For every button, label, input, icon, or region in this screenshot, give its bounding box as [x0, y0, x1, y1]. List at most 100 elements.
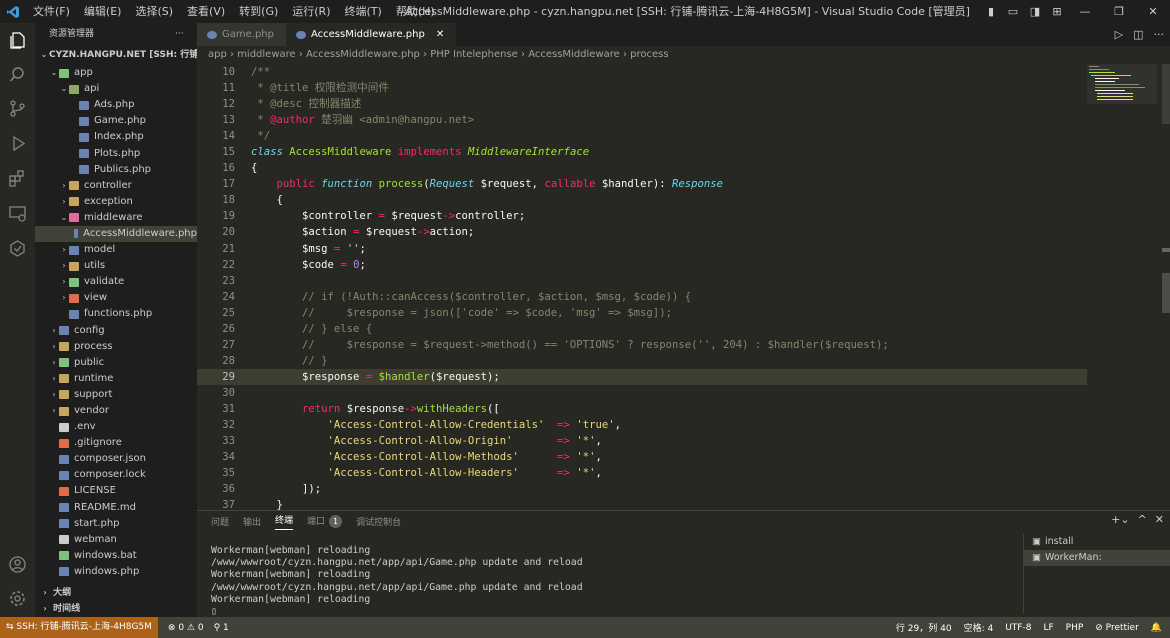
tree-item[interactable]: README.md [35, 500, 197, 516]
line-number: 31 [222, 402, 235, 415]
minimize-button[interactable]: — [1068, 5, 1102, 18]
timeline-section[interactable]: › 时间线 [35, 601, 197, 617]
menu-item[interactable]: 查看(V) [180, 0, 232, 23]
tree-item[interactable]: › process [35, 339, 197, 355]
close-tab-icon[interactable]: ✕ [436, 23, 444, 46]
terminal-instance[interactable]: ▣ WorkerMan: [1024, 550, 1170, 566]
panel-tab[interactable]: 终端 [275, 513, 294, 530]
tree-item[interactable]: .env [35, 419, 197, 435]
encoding[interactable]: UTF-8 [1005, 623, 1031, 633]
tree-item[interactable]: › controller [35, 178, 197, 194]
new-terminal-icon[interactable]: +⌄ [1111, 513, 1129, 526]
breadcrumb-item[interactable]: AccessMiddleware.php [306, 49, 420, 60]
search-icon[interactable] [8, 65, 27, 84]
account-icon[interactable] [8, 555, 27, 574]
tree-item[interactable]: composer.json [35, 451, 197, 467]
tab-access-middleware[interactable]: AccessMiddleware.php ✕ [285, 23, 457, 46]
remote-indicator[interactable]: ⇆ SSH: 行铺-腾讯云-上海-4H8G5M [0, 617, 158, 638]
eol[interactable]: LF [1043, 623, 1053, 633]
workspace-root[interactable]: ⌄CYZN.HANGPU.NET [SSH: 行铺-腾讯... [35, 45, 197, 65]
remote-explorer-icon[interactable] [8, 204, 27, 223]
tree-item[interactable]: › support [35, 387, 197, 403]
panel-tab[interactable]: 调试控制台 [356, 515, 401, 528]
tree-item[interactable]: › config [35, 323, 197, 339]
layout-sidebar-icon[interactable]: ▮ [980, 5, 1002, 18]
ports-indicator[interactable]: ⚲ 1 [214, 623, 229, 633]
tree-item[interactable]: Publics.php [35, 162, 197, 178]
source-control-icon[interactable] [8, 99, 27, 118]
tree-item[interactable]: › view [35, 290, 197, 306]
tree-item[interactable]: › exception [35, 194, 197, 210]
run-icon[interactable]: ▷ [1115, 28, 1123, 41]
tree-item[interactable]: AccessMiddleware.php [35, 225, 197, 243]
breadcrumb-item[interactable]: PHP Intelephense [430, 49, 518, 60]
panel-tab[interactable]: 端口 1 [307, 514, 343, 528]
tree-item[interactable]: webman [35, 532, 197, 548]
tab-game[interactable]: Game.php [197, 23, 286, 46]
testing-icon[interactable] [8, 239, 27, 258]
restore-button[interactable]: ❐ [1102, 5, 1136, 18]
tree-item[interactable]: ⌄ api [35, 81, 197, 97]
tree-item[interactable]: › model [35, 242, 197, 258]
code-token: $request [384, 210, 443, 223]
menu-item[interactable]: 文件(F) [26, 0, 77, 23]
indentation[interactable]: 空格: 4 [964, 621, 994, 634]
tree-item[interactable]: › validate [35, 274, 197, 290]
close-panel-icon[interactable]: ✕ [1155, 513, 1164, 526]
breadcrumb-item[interactable]: AccessMiddleware [528, 49, 620, 60]
tree-item[interactable]: functions.php [35, 306, 197, 322]
tree-item[interactable]: › utils [35, 258, 197, 274]
tree-item[interactable]: › public [35, 355, 197, 371]
prettier-status[interactable]: ⊘ Prettier [1095, 623, 1139, 633]
cursor-position[interactable]: 行 29，列 40 [896, 621, 952, 634]
outline-section[interactable]: › 大纲 [35, 585, 197, 601]
maximize-panel-icon[interactable]: ^ [1138, 513, 1147, 526]
menu-item[interactable]: 转到(G) [232, 0, 285, 23]
problems-indicator[interactable]: ⊗ 0 ⚠ 0 [168, 623, 204, 633]
code-view[interactable]: 10/** 11 * @title 权限检测中间件 12 * @desc 控制器描述… [197, 64, 1087, 510]
extensions-icon[interactable] [8, 169, 27, 188]
terminal-instance[interactable]: ▣ install [1024, 534, 1170, 550]
tree-item[interactable]: Index.php [35, 129, 197, 145]
close-window-button[interactable]: ✕ [1136, 5, 1170, 18]
run-debug-icon[interactable] [8, 134, 27, 153]
tree-item[interactable]: › runtime [35, 371, 197, 387]
menu-item[interactable]: 运行(R) [285, 0, 337, 23]
notifications-icon[interactable]: 🔔 [1151, 623, 1162, 633]
split-editor-icon[interactable]: ◫ [1133, 28, 1143, 41]
tree-item[interactable]: ⌄ app [35, 65, 197, 81]
language-mode[interactable]: PHP [1066, 623, 1084, 633]
breadcrumb-item[interactable]: process [630, 49, 668, 60]
breadcrumb-separator: › [619, 49, 631, 60]
tree-item[interactable]: LICENSE [35, 483, 197, 499]
more-actions-icon[interactable]: ··· [175, 23, 184, 45]
tree-item[interactable]: ⌄ middleware [35, 210, 197, 226]
layout-panel-icon[interactable]: ▭ [1002, 5, 1024, 18]
layout-custom-icon[interactable]: ⊞ [1046, 5, 1068, 18]
minimap[interactable] [1087, 64, 1157, 144]
menu-item[interactable]: 终端(T) [338, 0, 389, 23]
scrollbar-thumb[interactable] [1162, 64, 1170, 124]
tree-item[interactable]: windows.bat [35, 548, 197, 564]
tree-item[interactable]: Ads.php [35, 97, 197, 113]
tree-item[interactable]: composer.lock [35, 467, 197, 483]
tree-item[interactable]: windows.php [35, 564, 197, 580]
tree-item[interactable]: › vendor [35, 403, 197, 419]
breadcrumb-item[interactable]: middleware [237, 49, 296, 60]
settings-gear-icon[interactable] [8, 589, 27, 608]
code-token: $controller [251, 210, 379, 223]
panel-tab[interactable]: 输出 [243, 515, 261, 528]
explorer-icon[interactable] [8, 31, 27, 50]
layout-secondary-icon[interactable]: ◨ [1024, 5, 1046, 18]
code-token: process [378, 178, 424, 191]
menu-item[interactable]: 选择(S) [128, 0, 180, 23]
more-icon[interactable]: ··· [1154, 28, 1165, 41]
tree-item[interactable]: Plots.php [35, 145, 197, 161]
tree-item[interactable]: start.php [35, 516, 197, 532]
tree-item[interactable]: Game.php [35, 113, 197, 129]
panel-tab[interactable]: 问题 [211, 515, 229, 528]
breadcrumb-item[interactable]: app [208, 49, 227, 60]
tree-item[interactable]: .gitignore [35, 435, 197, 451]
terminal-output[interactable]: Workerman[webman] reloading/www/wwwroot/… [211, 545, 583, 618]
menu-item[interactable]: 编辑(E) [77, 0, 129, 23]
